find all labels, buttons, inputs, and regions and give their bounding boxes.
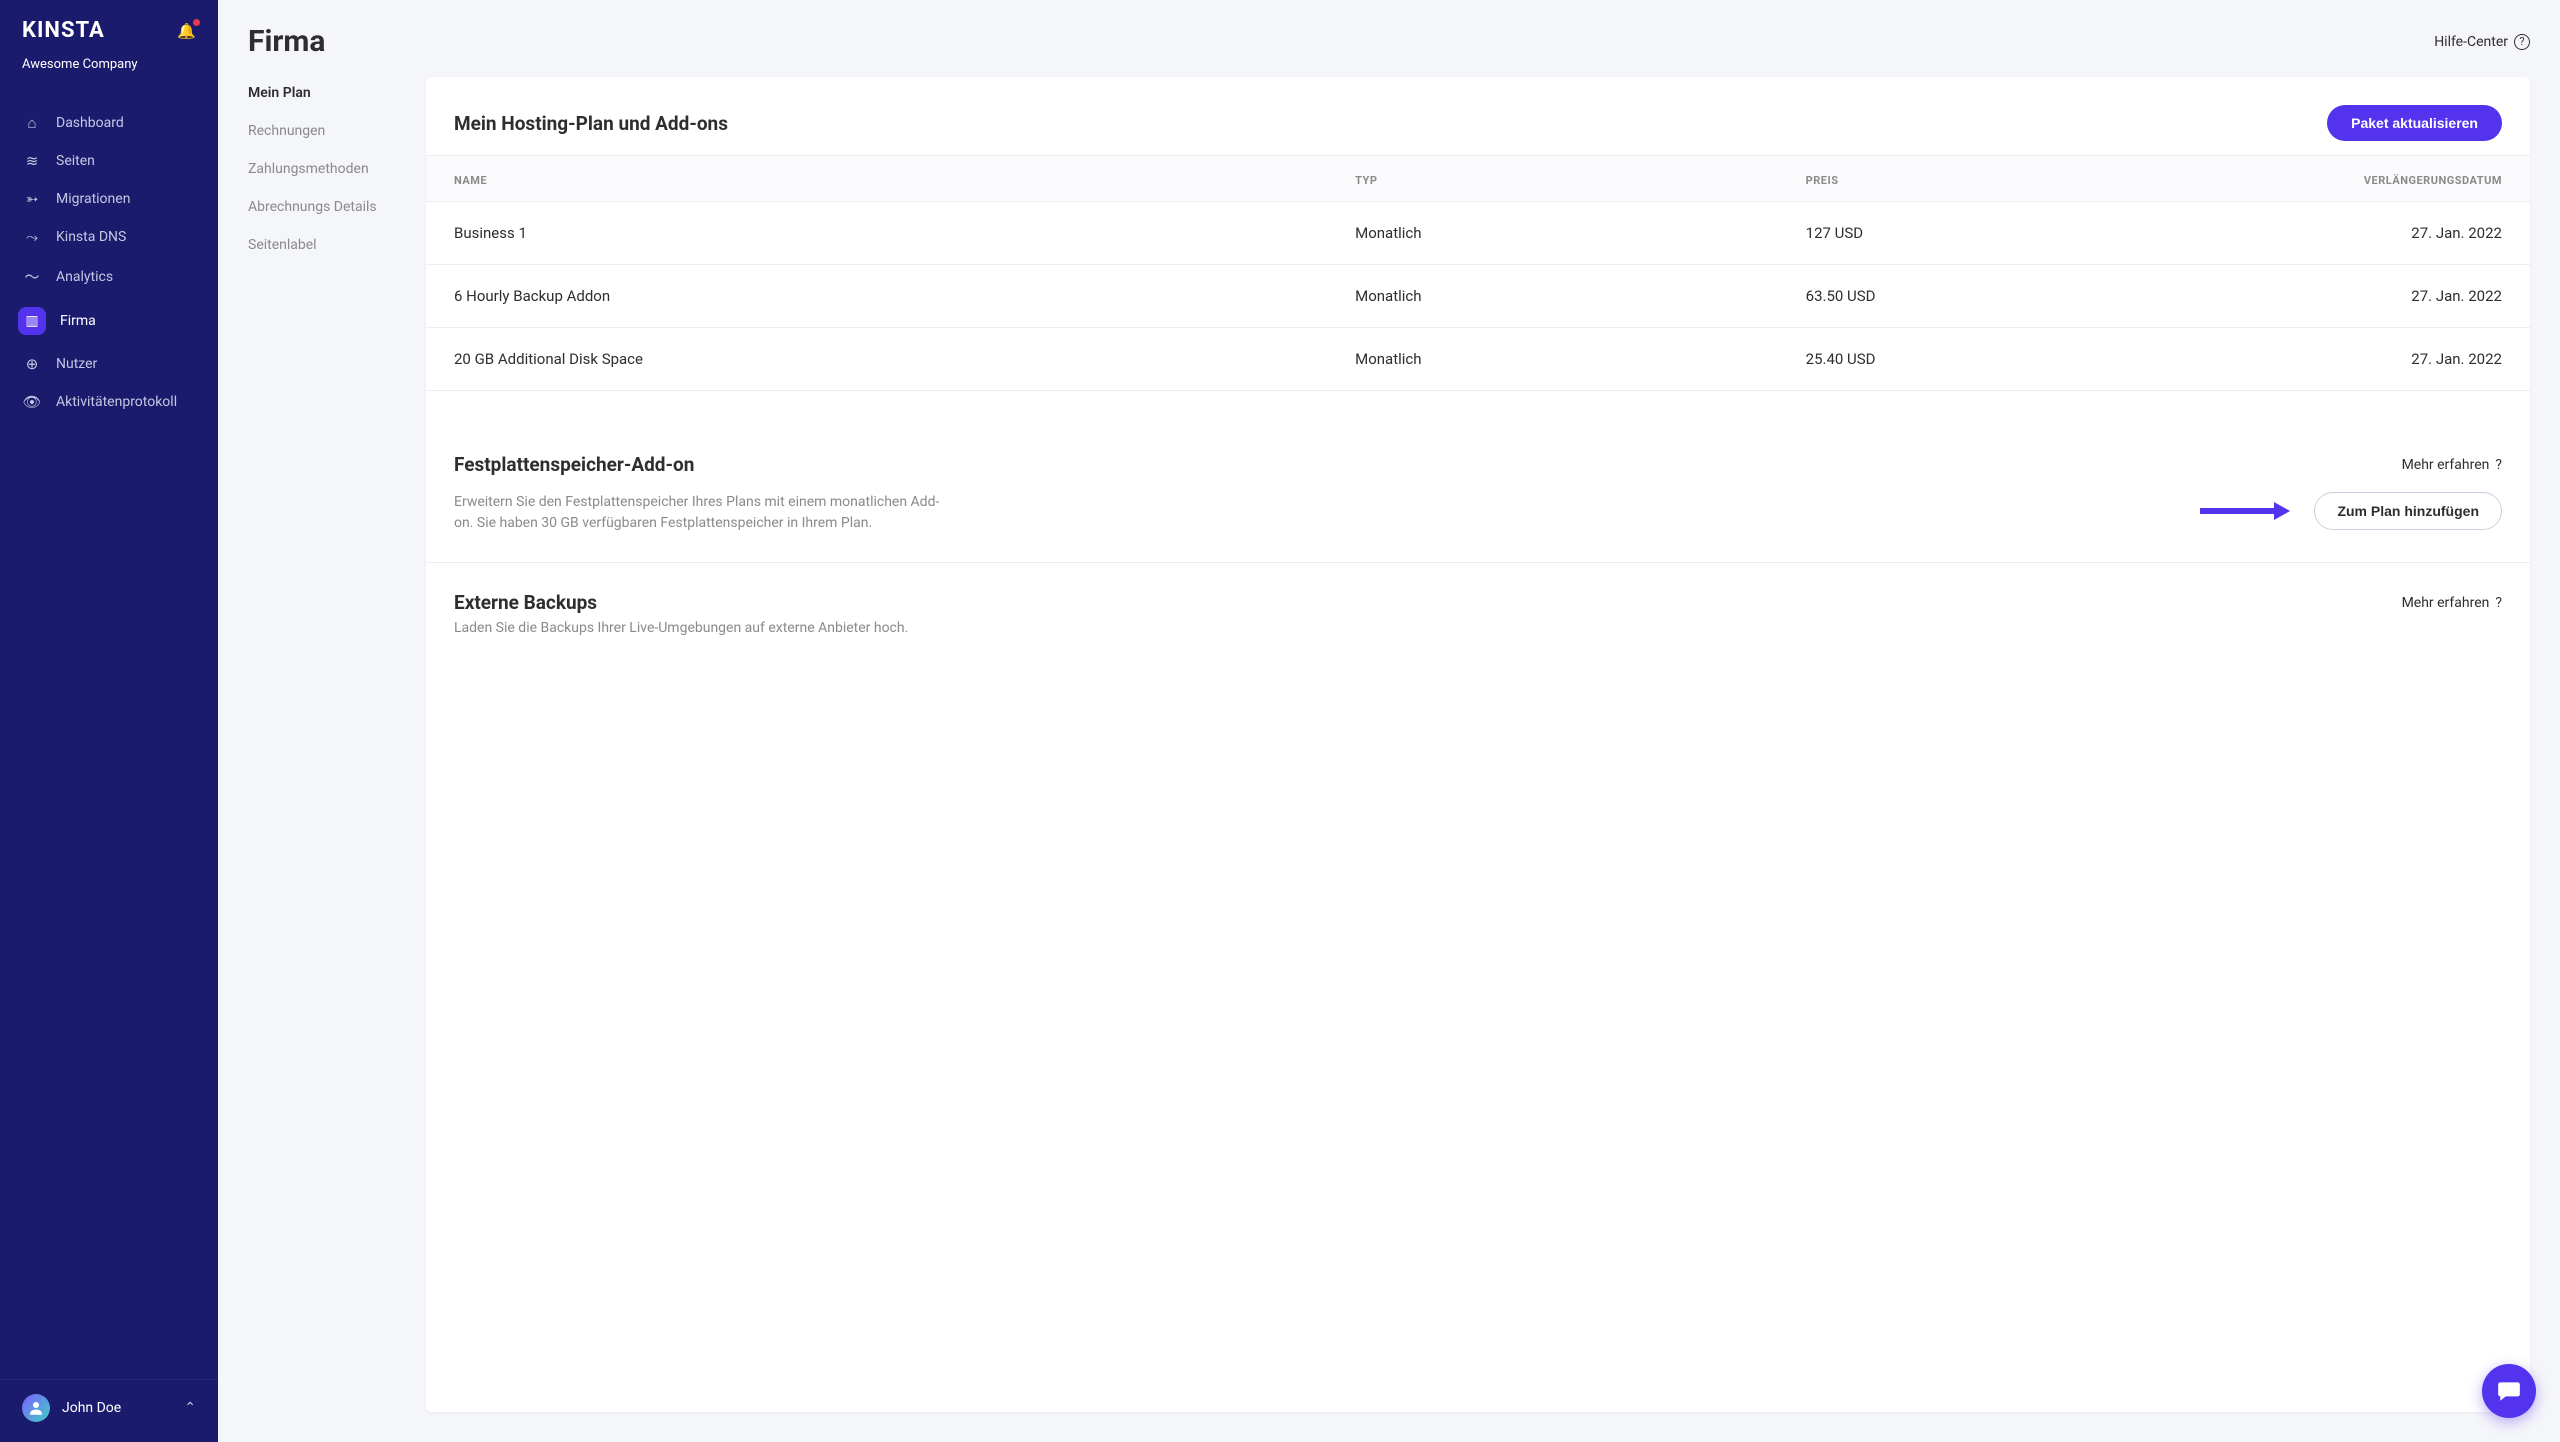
plan-section-title: Mein Hosting-Plan und Add-ons [454, 112, 728, 135]
notifications-icon[interactable]: 🔔 [177, 22, 196, 40]
sidebar-item-migrations[interactable]: ➳ Migrationen [0, 180, 218, 218]
disk-addon-title: Festplattenspeicher-Add-on [454, 453, 694, 476]
ext-backups-title: Externe Backups [454, 591, 597, 614]
subnav-sitelabels[interactable]: Seitenlabel [248, 237, 396, 253]
nav-icon: ➳ [22, 190, 42, 208]
plan-table: NAME TYP PREIS VERLÄNGERUNGSDATUM Busine… [426, 155, 2530, 391]
col-typ: TYP [1355, 174, 1806, 187]
sidebar-item-dns[interactable]: ⤳ Kinsta DNS [0, 218, 218, 256]
subnav: Mein Plan Rechnungen Zahlungsmethoden Abrec… [248, 77, 396, 1412]
arrow-right-icon [2198, 500, 2290, 522]
cell-preis: 127 USD [1806, 224, 2175, 242]
chat-launcher[interactable] [2482, 1364, 2536, 1418]
brand-logo[interactable]: KINSTA [22, 18, 105, 43]
ext-backups-learn-more[interactable]: Mehr erfahren ? [2402, 595, 2502, 611]
sidebar-nav: ⌂ Dashboard ≋ Seiten ➳ Migrationen ⤳ Kinsta DNS… [0, 94, 218, 1379]
sidebar-item-sites[interactable]: ≋ Seiten [0, 142, 218, 180]
chevron-up-icon: ⌃ [184, 1400, 196, 1416]
sidebar-user[interactable]: John Doe ⌃ [0, 1379, 218, 1442]
nav-icon: ⌂ [22, 114, 42, 132]
nav-label: Firma [60, 313, 96, 329]
nav-icon: ⤳ [22, 228, 42, 246]
add-disk-addon-button[interactable]: Zum Plan hinzufügen [2314, 492, 2502, 530]
cell-name: 6 Hourly Backup Addon [454, 287, 1355, 305]
col-name: NAME [454, 174, 1355, 187]
nav-icon: ≋ [22, 152, 42, 170]
cell-date: 27. Jan. 2022 [2174, 350, 2502, 368]
question-icon: ? [2495, 457, 2502, 473]
cell-date: 27. Jan. 2022 [2174, 224, 2502, 242]
col-datum: VERLÄNGERUNGSDATUM [2174, 174, 2502, 187]
question-icon: ? [2514, 34, 2530, 50]
subnav-payment[interactable]: Zahlungsmethoden [248, 161, 396, 177]
cell-typ: Monatlich [1355, 350, 1806, 368]
nav-icon: ⊕ [22, 355, 42, 373]
subnav-invoices[interactable]: Rechnungen [248, 123, 396, 139]
cell-name: 20 GB Additional Disk Space [454, 350, 1355, 368]
disk-addon-learn-more[interactable]: Mehr erfahren ? [2402, 457, 2502, 473]
col-preis: PREIS [1806, 174, 2175, 187]
nav-icon: 👁 [22, 393, 42, 411]
table-row: 20 GB Additional Disk SpaceMonatlich25.4… [426, 328, 2530, 391]
user-name: John Doe [62, 1400, 121, 1416]
company-name[interactable]: Awesome Company [0, 51, 218, 94]
nav-label: Kinsta DNS [56, 229, 126, 245]
sidebar-item-users[interactable]: ⊕ Nutzer [0, 345, 218, 383]
table-row: Business 1Monatlich127 USD27. Jan. 2022 [426, 202, 2530, 265]
sidebar-item-analytics[interactable]: 〜 Analytics [0, 256, 218, 297]
cell-preis: 63.50 USD [1806, 287, 2175, 305]
nav-label: Nutzer [56, 356, 97, 372]
nav-label: Analytics [56, 269, 113, 285]
cell-typ: Monatlich [1355, 224, 1806, 242]
cell-typ: Monatlich [1355, 287, 1806, 305]
cell-name: Business 1 [454, 224, 1355, 242]
sidebar-item-company[interactable]: ▥ Firma [0, 297, 218, 345]
nav-icon: 〜 [22, 266, 42, 287]
nav-label: Dashboard [56, 115, 124, 131]
sidebar: KINSTA 🔔 Awesome Company ⌂ Dashboard ≋ Seit… [0, 0, 218, 1442]
page-title: Firma [248, 24, 325, 59]
subnav-my-plan[interactable]: Mein Plan [248, 85, 396, 101]
question-icon: ? [2495, 595, 2502, 611]
cell-preis: 25.40 USD [1806, 350, 2175, 368]
disk-addon-desc: Erweitern Sie den Festplattenspeicher Ih… [454, 492, 954, 534]
update-plan-button[interactable]: Paket aktualisieren [2327, 105, 2502, 141]
sidebar-item-dashboard[interactable]: ⌂ Dashboard [0, 104, 218, 142]
cell-date: 27. Jan. 2022 [2174, 287, 2502, 305]
main: Firma Hilfe-Center ? Mein Plan Rechnungen… [218, 0, 2560, 1442]
content-card: Mein Hosting-Plan und Add-ons Paket aktu… [426, 77, 2530, 1412]
table-row: 6 Hourly Backup AddonMonatlich63.50 USD2… [426, 265, 2530, 328]
subnav-billing[interactable]: Abrechnungs Details [248, 199, 396, 215]
sidebar-item-activity[interactable]: 👁 Aktivitätenprotokoll [0, 383, 218, 421]
nav-label: Migrationen [56, 191, 130, 207]
help-center-link[interactable]: Hilfe-Center ? [2434, 34, 2530, 50]
ext-backups-desc: Laden Sie die Backups Ihrer Live-Umgebun… [454, 618, 954, 639]
nav-label: Aktivitätenprotokoll [56, 394, 177, 410]
nav-label: Seiten [56, 153, 95, 169]
avatar [22, 1394, 50, 1422]
nav-icon: ▥ [18, 307, 46, 335]
